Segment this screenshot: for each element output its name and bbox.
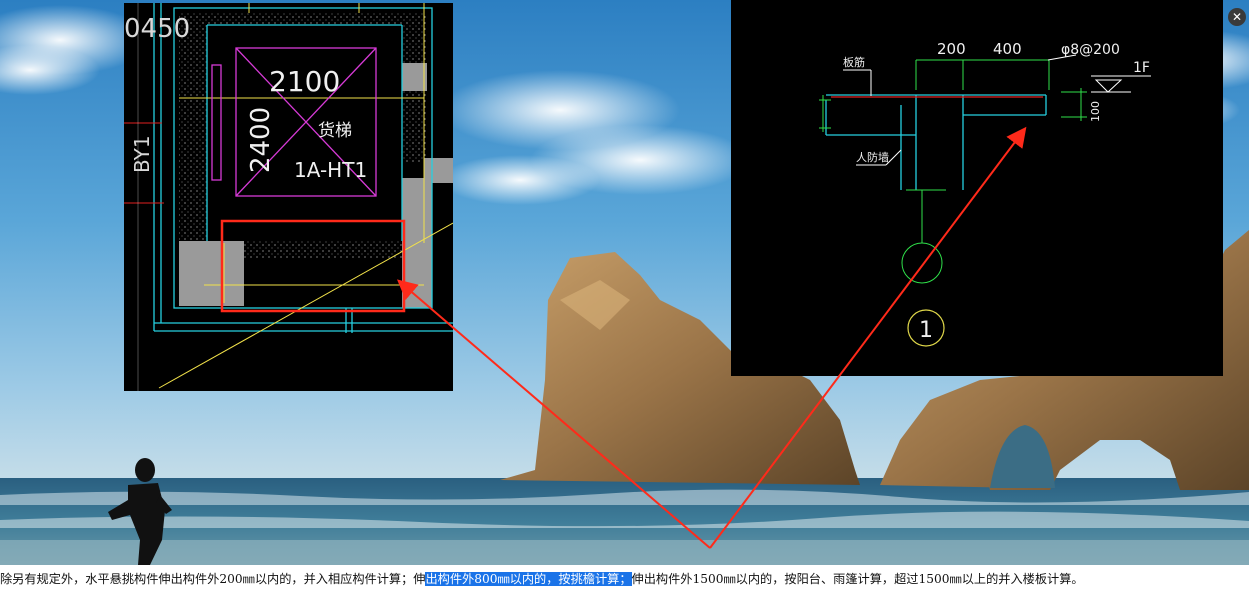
caption-before: 除另有规定外，水平悬挑构件伸出构件外200㎜以内的，并入相应构件计算；伸 (0, 572, 426, 586)
arrow-to-section (709, 126, 1027, 549)
arrow-to-plan (396, 279, 711, 549)
annotation-arrows (396, 126, 1027, 549)
close-icon: ✕ (1231, 10, 1243, 24)
desktop-wallpaper: 0450 2100 2400 货梯 1A-HT1 BY1 200 400 φ8@… (0, 0, 1249, 565)
close-button[interactable]: ✕ (1228, 8, 1246, 26)
caption-highlight[interactable]: 出构件外800㎜以内的，按挑檐计算； (425, 572, 632, 586)
caption-after: 伸出构件外1500㎜以内的，按阳台、雨篷计算，超过1500㎜以上的并入楼板计算。 (631, 572, 1084, 586)
caption-text: 除另有规定外，水平悬挑构件伸出构件外200㎜以内的，并入相应构件计算；伸出构件外… (0, 566, 1249, 595)
